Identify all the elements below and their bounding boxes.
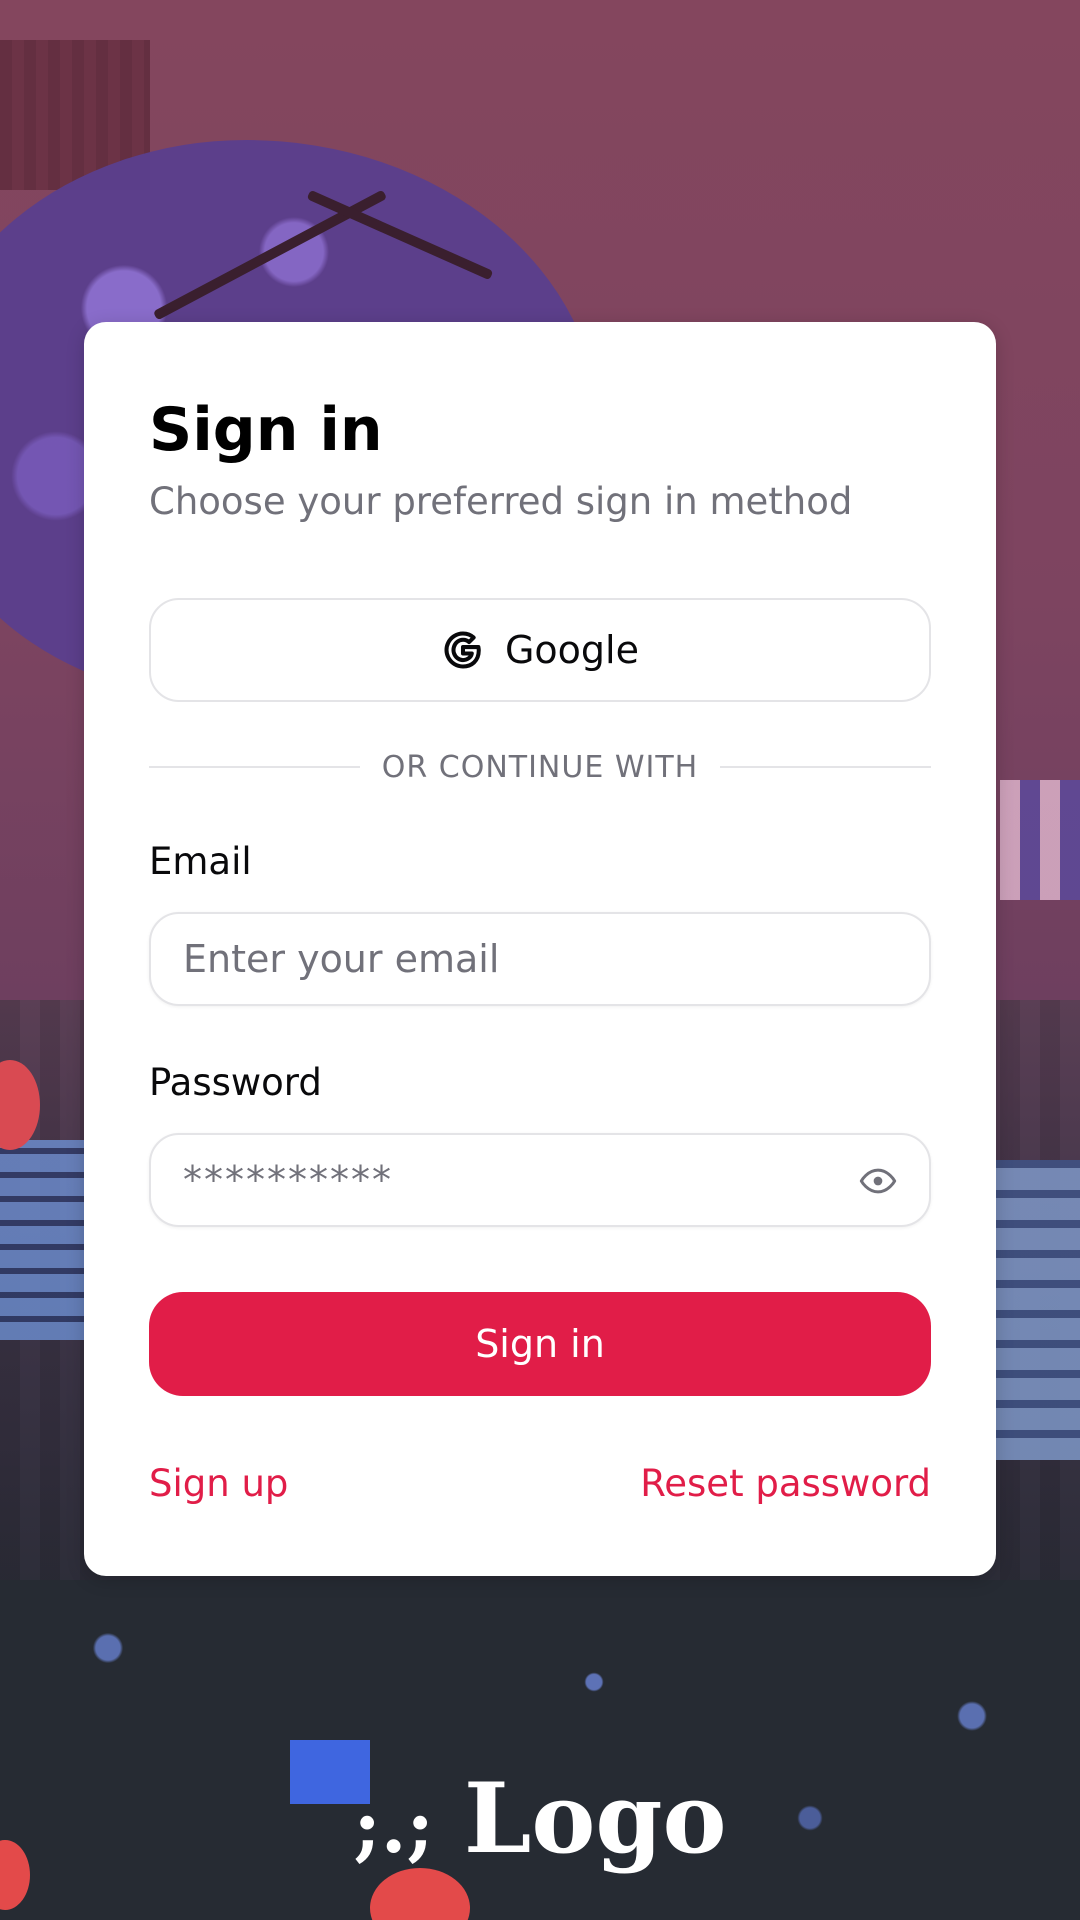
- logo-text: Logo: [463, 1762, 727, 1875]
- email-field-wrapper: [149, 912, 931, 1006]
- logo-mark: ;.;: [353, 1784, 434, 1870]
- google-icon: [441, 628, 485, 672]
- divider-line: [149, 766, 360, 768]
- password-field[interactable]: [183, 1135, 843, 1225]
- divider-text: OR CONTINUE WITH: [381, 749, 699, 785]
- email-field[interactable]: [183, 914, 843, 1004]
- reset-password-link[interactable]: Reset password: [640, 1462, 931, 1505]
- screen: Sign in Choose your preferred sign in me…: [0, 0, 1080, 1920]
- google-signin-button[interactable]: Google: [149, 598, 931, 702]
- email-label: Email: [149, 840, 252, 883]
- password-label: Password: [149, 1061, 322, 1104]
- password-field-wrapper: [149, 1133, 931, 1227]
- google-button-label: Google: [504, 628, 639, 672]
- page-subtitle: Choose your preferred sign in method: [149, 480, 853, 523]
- page-title: Sign in: [149, 395, 383, 465]
- divider: OR CONTINUE WITH: [149, 742, 931, 792]
- signin-card: Sign in Choose your preferred sign in me…: [84, 322, 996, 1576]
- background-awning: [1000, 780, 1080, 900]
- signin-button[interactable]: Sign in: [149, 1292, 931, 1396]
- divider-line: [720, 766, 931, 768]
- signup-link[interactable]: Sign up: [149, 1462, 288, 1505]
- logo: ;.; Logo: [0, 1762, 1080, 1875]
- eye-icon[interactable]: [855, 1161, 901, 1201]
